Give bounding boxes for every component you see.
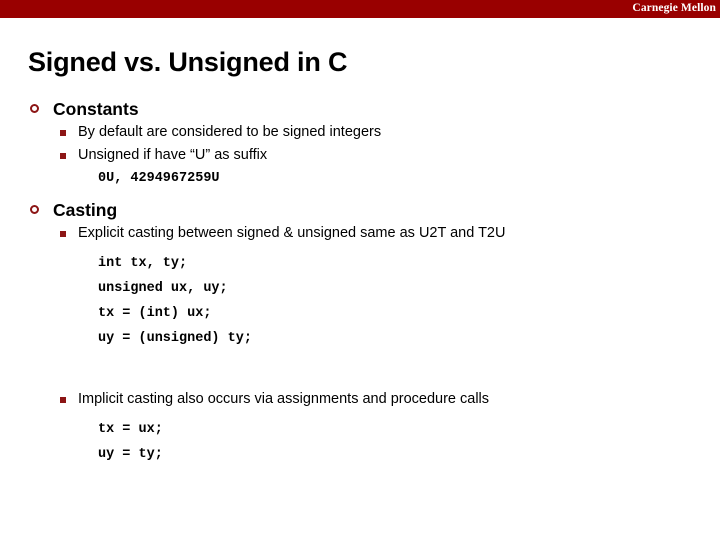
code-line: int tx, ty; (98, 255, 188, 271)
code-line: tx = ux; (98, 421, 163, 437)
filled-square-bullet-icon (60, 130, 66, 136)
section-casting: Casting Explicit casting between signed … (0, 199, 720, 467)
list-item-label: Unsigned if have “U” as suffix (78, 147, 268, 163)
list-item: Unsigned if have “U” as suffix (0, 145, 720, 166)
list-item-label: By default are considered to be signed i… (78, 124, 382, 140)
code-spacer (0, 244, 720, 251)
hollow-circle-bullet-icon (30, 104, 39, 113)
section-heading-label: Constants (53, 99, 139, 119)
code-line: unsigned ux, uy; (98, 280, 228, 296)
list-item-label: Implicit casting also occurs via assignm… (78, 390, 490, 407)
page-title: Signed vs. Unsigned in C (28, 47, 348, 77)
filled-square-bullet-icon (60, 153, 66, 159)
filled-square-bullet-icon (60, 230, 66, 237)
section-heading-row: Constants (0, 98, 720, 120)
carnegie-mellon-brand-text: Carnegie Mellon (632, 2, 716, 15)
code-line: 0U, 4294967259U (98, 171, 220, 186)
section-constants: Constants By default are considered to b… (0, 98, 720, 192)
code-line: uy = (unsigned) ty; (98, 330, 252, 346)
code-line: tx = (int) ux; (98, 305, 212, 321)
code-spacer (0, 410, 720, 417)
hollow-circle-bullet-icon (30, 204, 39, 214)
list-item: By default are considered to be signed i… (0, 122, 720, 143)
section-heading-row: Casting (0, 199, 720, 221)
list-item-label: Explicit casting between signed & unsign… (78, 224, 506, 241)
section-heading-label: Casting (53, 199, 118, 220)
filled-square-bullet-icon (60, 396, 66, 403)
code-line: uy = ty; (98, 446, 163, 462)
list-item: Explicit casting between signed & unsign… (0, 223, 720, 244)
slide-banner: Carnegie Mellon (0, 0, 720, 18)
list-item: Implicit casting also occurs via assignm… (0, 389, 720, 410)
slide-body: Constants By default are considered to b… (0, 98, 720, 467)
